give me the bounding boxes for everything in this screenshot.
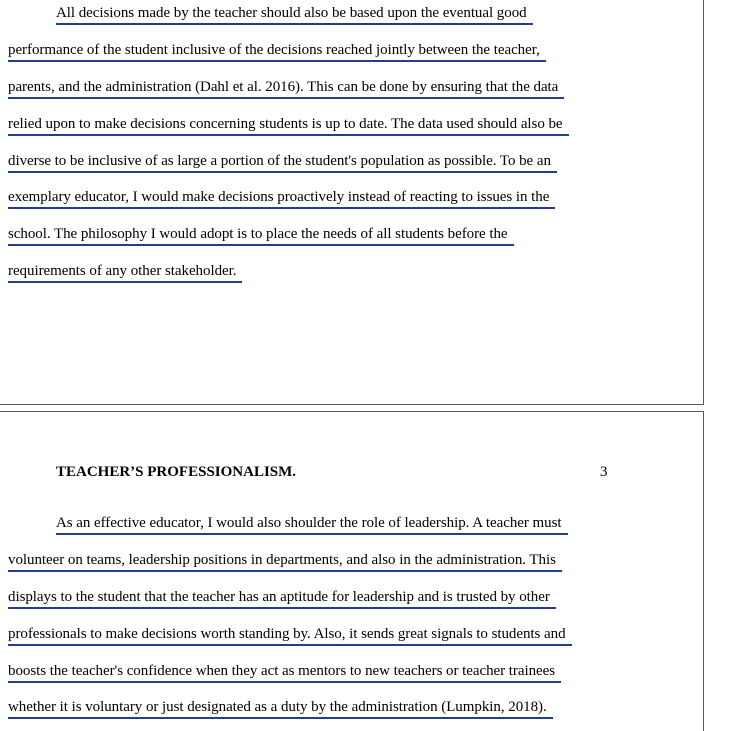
paragraph-line: professionals to make decisions worth st…	[8, 625, 572, 646]
paragraph-line: relied upon to make decisions concerning…	[8, 115, 569, 136]
text-line: professionals to make decisions worth st…	[8, 625, 572, 646]
text-line: whether it is voluntary or just designat…	[8, 698, 553, 719]
paragraph-line: exemplary educator, I would make decisio…	[8, 188, 556, 209]
paragraph-line: requirements of any other stakeholder.	[8, 262, 243, 283]
text-line: exemplary educator, I would make decisio…	[8, 188, 556, 209]
text-line: displays to the student that the teacher…	[8, 588, 556, 609]
running-head: TEACHER’S PROFESSIONALISM.	[56, 464, 297, 480]
page-number: 3	[600, 464, 608, 480]
text-line: school. The philosophy I would adopt is …	[8, 225, 514, 246]
paragraph-line: displays to the student that the teacher…	[8, 588, 556, 609]
text-line: relied upon to make decisions concerning…	[8, 115, 569, 136]
text-line: parents, and the administration (Dahl et…	[8, 78, 565, 99]
paragraph-line: As an effective educator, I would also s…	[56, 514, 568, 535]
paragraph-line: volunteer on teams, leadership positions…	[8, 551, 562, 572]
paragraph-line: whether it is voluntary or just designat…	[8, 698, 553, 719]
paragraph-line: boosts the teacher's confidence when the…	[8, 662, 562, 683]
text-line: As an effective educator, I would also s…	[56, 514, 568, 535]
text-line: boosts the teacher's confidence when the…	[8, 662, 562, 683]
paragraph-line: parents, and the administration (Dahl et…	[8, 78, 565, 99]
text-line: diverse to be inclusive of as large a po…	[8, 152, 557, 173]
text-line: requirements of any other stakeholder.	[8, 262, 243, 283]
paragraph-line: performance of the student inclusive of …	[8, 41, 546, 62]
text-line: volunteer on teams, leadership positions…	[8, 551, 562, 572]
paragraph-line: diverse to be inclusive of as large a po…	[8, 152, 557, 173]
text-line: performance of the student inclusive of …	[8, 41, 546, 62]
paragraph-line: All decisions made by the teacher should…	[56, 4, 533, 25]
text-line: All decisions made by the teacher should…	[56, 4, 533, 25]
document-page-3: TEACHER’S PROFESSIONALISM. 3 As an effec…	[0, 411, 704, 731]
document-page-2: All decisions made by the teacher should…	[0, 0, 704, 405]
paragraph-line: school. The philosophy I would adopt is …	[8, 225, 514, 246]
